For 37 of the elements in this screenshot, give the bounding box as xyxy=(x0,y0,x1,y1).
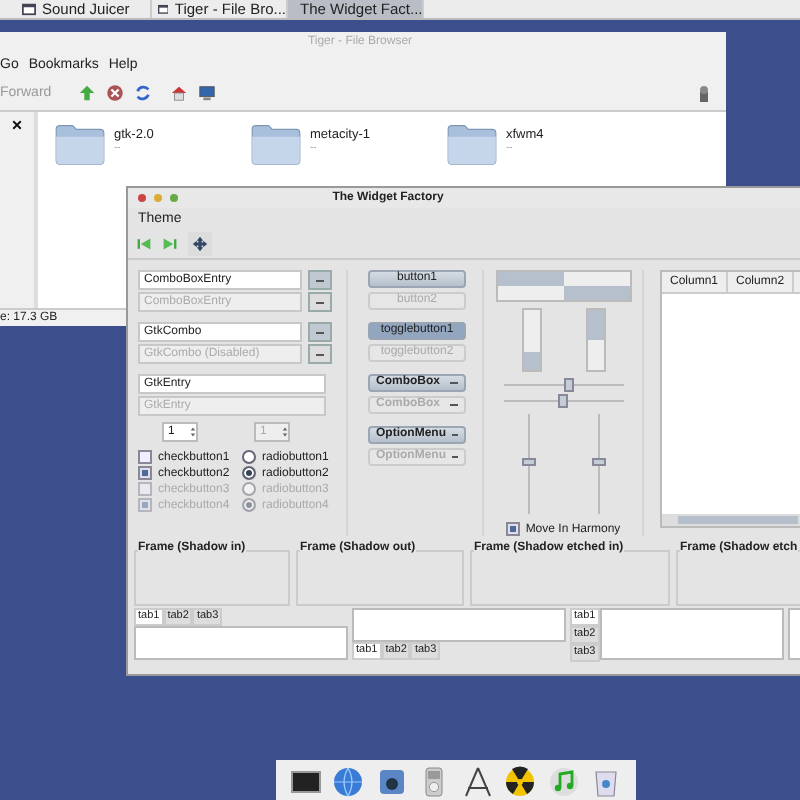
trash-icon[interactable] xyxy=(590,766,623,798)
radio-button[interactable] xyxy=(242,466,256,480)
window-controls-icon[interactable] xyxy=(136,192,184,204)
terminal-icon[interactable] xyxy=(289,766,322,798)
slider-thumb[interactable] xyxy=(521,458,535,466)
home-icon[interactable] xyxy=(169,84,188,102)
radio-button[interactable] xyxy=(242,450,256,464)
music-note-icon[interactable] xyxy=(547,766,580,798)
dropdown-button[interactable] xyxy=(308,322,332,342)
computer-icon[interactable] xyxy=(197,84,216,102)
dropdown-button[interactable] xyxy=(308,270,332,290)
slider-thumb[interactable] xyxy=(563,378,573,392)
window-icon xyxy=(22,2,36,16)
stop-icon[interactable] xyxy=(105,84,124,102)
go-last-icon[interactable] xyxy=(162,236,178,252)
spin-arrows-icon[interactable] xyxy=(190,424,196,440)
checkbox[interactable] xyxy=(138,450,152,464)
go-first-icon[interactable] xyxy=(136,236,152,252)
radiation-icon[interactable] xyxy=(504,766,537,798)
move-icon[interactable] xyxy=(188,232,212,256)
folder-icon[interactable] xyxy=(250,122,302,166)
close-icon[interactable] xyxy=(12,120,22,130)
folder-icon[interactable] xyxy=(446,122,498,166)
up-arrow-icon[interactable] xyxy=(77,84,96,102)
slider-thumb[interactable] xyxy=(557,394,567,408)
tile-icon[interactable] xyxy=(375,766,408,798)
checkbox[interactable] xyxy=(138,466,152,480)
checkbox[interactable] xyxy=(505,522,520,536)
drafting-compass-icon[interactable] xyxy=(461,766,494,798)
folder-icon[interactable] xyxy=(54,122,106,166)
globe-icon[interactable] xyxy=(332,766,365,798)
dropdown-button[interactable] xyxy=(308,292,332,312)
dropdown-button[interactable] xyxy=(308,344,332,364)
window-icon xyxy=(158,2,169,16)
slider-thumb[interactable] xyxy=(591,458,605,466)
scrollbar[interactable] xyxy=(662,514,800,526)
reload-icon[interactable] xyxy=(133,84,152,102)
